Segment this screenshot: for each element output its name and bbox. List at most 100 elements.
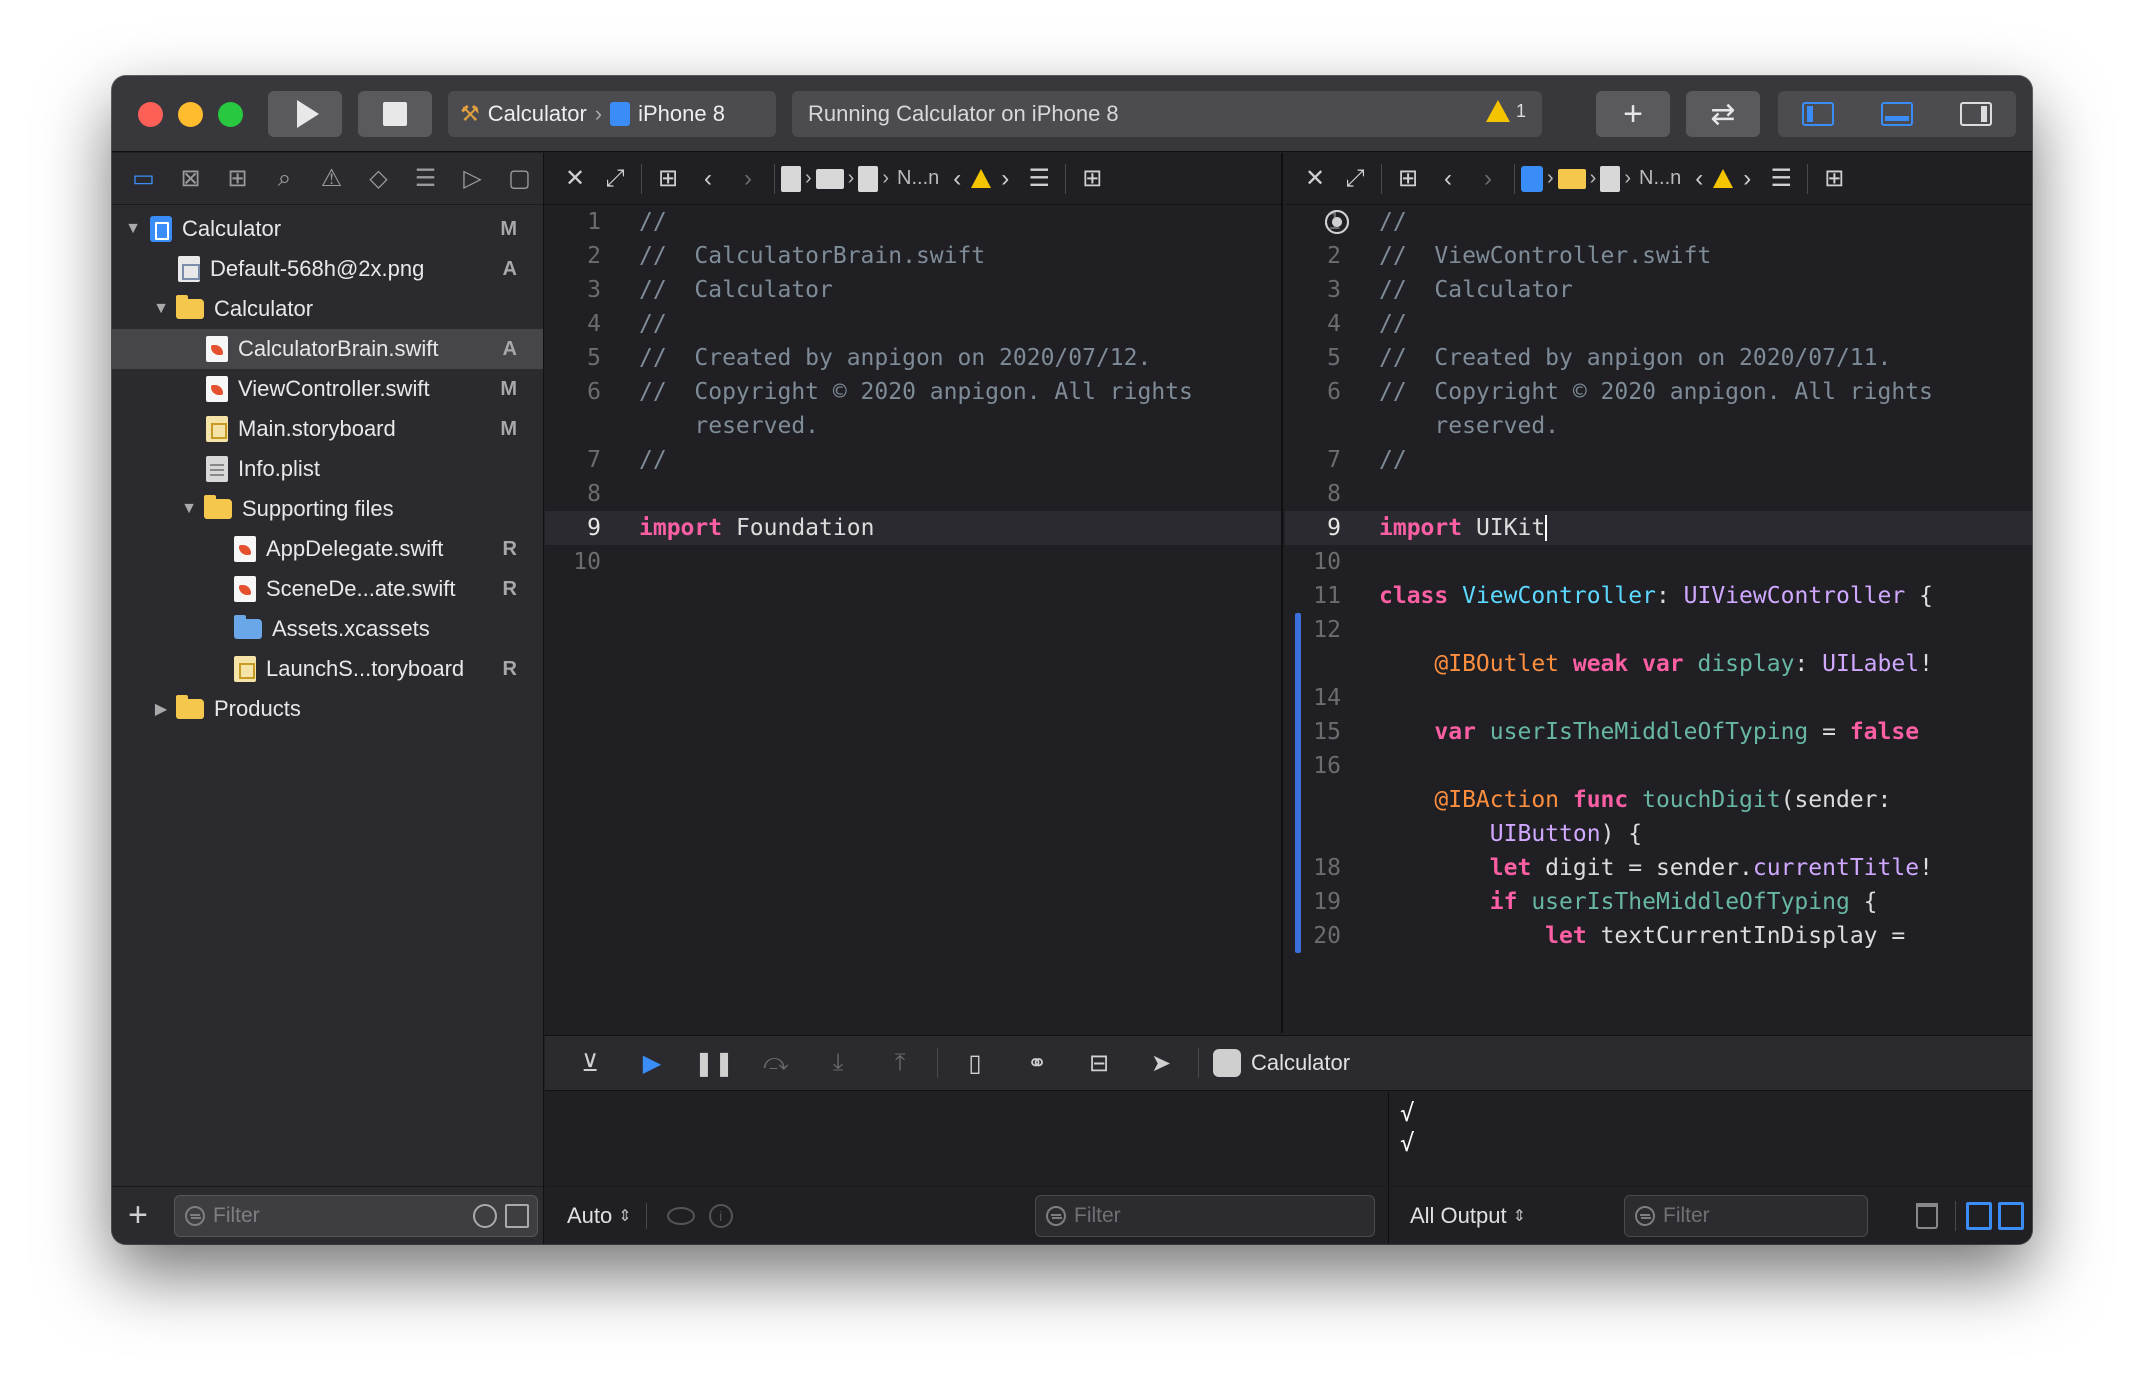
tree-row-group[interactable]: ▼ Calculator bbox=[112, 289, 543, 329]
tree-row-file[interactable]: Main.storyboard M bbox=[112, 409, 543, 449]
pause-icon[interactable]: ❚❚ bbox=[683, 1041, 745, 1085]
code-line[interactable]: 20 let textCurrentInDisplay = bbox=[1285, 919, 2032, 953]
minimize-window-button[interactable] bbox=[178, 102, 203, 127]
code-line[interactable]: 9 import UIKit bbox=[1285, 511, 2032, 545]
forward-arrow-icon[interactable]: › bbox=[1468, 157, 1508, 201]
tree-row-file[interactable]: SceneDe...ate.swift R bbox=[112, 569, 543, 609]
tree-row-file-selected[interactable]: CalculatorBrain.swift A bbox=[112, 329, 543, 369]
zoom-window-button[interactable] bbox=[218, 102, 243, 127]
code-line[interactable]: 4 // bbox=[1285, 307, 2032, 341]
breakpoint-icon[interactable]: ▷ bbox=[449, 157, 496, 201]
code-line[interactable]: 5 // Created by anpigon on 2020/07/12. bbox=[545, 341, 1281, 375]
add-file-button[interactable]: + bbox=[128, 1196, 164, 1235]
editor-options-icon[interactable]: ☰ bbox=[1761, 157, 1801, 201]
code-line[interactable]: 1// bbox=[1285, 205, 2032, 239]
tree-row-group[interactable]: ▶ Products bbox=[112, 689, 543, 729]
close-editor-icon[interactable]: ✕ bbox=[1295, 157, 1335, 201]
scheme-device-label[interactable]: iPhone 8 bbox=[638, 101, 725, 127]
code-line[interactable]: @IBAction func touchDigit(sender: bbox=[1285, 210, 2032, 817]
run-button[interactable] bbox=[268, 91, 342, 137]
simulate-location-icon[interactable]: ➤ bbox=[1130, 1041, 1192, 1085]
environment-overrides-icon[interactable]: ⊟ bbox=[1068, 1041, 1130, 1085]
symbol-icon[interactable]: ⊞ bbox=[214, 157, 261, 201]
project-file-icon[interactable] bbox=[781, 165, 801, 192]
related-items-icon[interactable]: ⊞ bbox=[1388, 157, 1428, 201]
step-out-icon[interactable]: ⤒ bbox=[869, 1041, 931, 1085]
warning-icon[interactable] bbox=[971, 169, 992, 188]
warning-indicator[interactable]: 1 bbox=[1485, 100, 1526, 122]
show-console-icon[interactable] bbox=[1998, 1202, 2024, 1230]
library-button[interactable]: + bbox=[1596, 91, 1670, 137]
code-line[interactable]: 6 // Copyright © 2020 anpigon. All rights bbox=[1285, 375, 2032, 409]
console-scope-select[interactable]: All Output bbox=[1410, 1203, 1507, 1229]
code-line[interactable]: 19 if userIsTheMiddleOfTyping { bbox=[1285, 885, 2032, 919]
step-over-icon[interactable]: ⤼ bbox=[745, 1041, 807, 1085]
tree-row-file[interactable]: Default-568h@2x.png A bbox=[112, 249, 543, 289]
disclosure-open-icon[interactable]: ▼ bbox=[150, 300, 172, 318]
code-line[interactable]: reserved. bbox=[1285, 409, 2032, 443]
debug-icon[interactable]: ☰ bbox=[402, 157, 449, 201]
prev-issue-icon[interactable]: ‹ bbox=[1685, 157, 1713, 201]
console-filter-field[interactable]: Filter bbox=[1624, 1195, 1868, 1237]
info-icon[interactable]: i bbox=[708, 1203, 733, 1228]
view-hierarchy-icon[interactable]: ▯ bbox=[944, 1041, 1006, 1085]
breakpoints-toggle-icon[interactable]: ▶ bbox=[621, 1041, 683, 1085]
variables-filter-field[interactable]: Filter bbox=[1035, 1195, 1375, 1237]
tree-row-file[interactable]: Assets.xcassets bbox=[112, 609, 543, 649]
code-area-left[interactable]: 1 // 2 // CalculatorBrain.swift 3 // Calculat… bbox=[545, 205, 1281, 579]
back-arrow-icon[interactable]: ‹ bbox=[1428, 157, 1468, 201]
code-line[interactable]: 8 bbox=[1285, 477, 2032, 511]
code-line[interactable]: @IBOutlet weak var display: UILabel! bbox=[1285, 210, 2032, 681]
code-line[interactable]: 7 // bbox=[1285, 443, 2032, 477]
code-line[interactable]: 7 // bbox=[545, 443, 1281, 477]
test-icon[interactable]: ◇ bbox=[355, 157, 402, 201]
code-line[interactable]: 6 // Copyright © 2020 anpigon. All rights bbox=[545, 375, 1281, 409]
hide-debug-area-icon[interactable]: ⊻ bbox=[559, 1041, 621, 1085]
code-line[interactable]: reserved. bbox=[545, 409, 1281, 443]
tree-row-file[interactable]: AppDelegate.swift R bbox=[112, 529, 543, 569]
tree-row-file[interactable]: ViewController.swift M bbox=[112, 369, 543, 409]
tree-row-file[interactable]: LaunchS...toryboard R bbox=[112, 649, 543, 689]
add-editor-icon[interactable]: ⊞ bbox=[1814, 157, 1854, 201]
navigator-filter-field[interactable]: Filter bbox=[174, 1194, 538, 1237]
scheme-selector[interactable]: ⚒ Calculator › iPhone 8 bbox=[448, 91, 776, 137]
code-line[interactable]: 2 // CalculatorBrain.swift bbox=[545, 239, 1281, 273]
source-control-icon[interactable]: ⊠ bbox=[167, 157, 214, 201]
forward-arrow-icon[interactable]: › bbox=[728, 157, 768, 201]
eye-icon[interactable] bbox=[666, 1206, 695, 1225]
code-line[interactable]: 3 // Calculator bbox=[545, 273, 1281, 307]
editor-options-icon[interactable]: ☰ bbox=[1019, 157, 1059, 201]
issue-icon[interactable]: ⚠ bbox=[308, 157, 355, 201]
toggle-navigator-icon[interactable] bbox=[1801, 102, 1834, 126]
code-line[interactable]: 15 var userIsTheMiddleOfTyping = false bbox=[1285, 715, 2032, 749]
code-line[interactable]: 1// bbox=[545, 205, 1281, 239]
disclosure-open-icon[interactable]: ▼ bbox=[178, 500, 200, 518]
folder-icon[interactable] bbox=[1557, 168, 1586, 189]
expand-editor-icon[interactable]: ⤢ bbox=[595, 157, 635, 201]
add-editor-icon[interactable]: ⊞ bbox=[1072, 157, 1112, 201]
back-arrow-icon[interactable]: ‹ bbox=[688, 157, 728, 201]
report-icon[interactable]: ▢ bbox=[496, 157, 543, 201]
toggle-debug-area-icon[interactable] bbox=[1880, 102, 1913, 126]
code-line[interactable]: 3 // Calculator bbox=[1285, 273, 2032, 307]
code-line[interactable]: 4 // bbox=[545, 307, 1281, 341]
source-control-filter-icon[interactable] bbox=[505, 1203, 529, 1228]
code-line[interactable]: 11 class ViewController: UIViewController… bbox=[1285, 579, 2032, 613]
code-line[interactable]: 12 bbox=[1285, 613, 2032, 647]
close-window-button[interactable] bbox=[138, 102, 163, 127]
code-line[interactable]: 10 bbox=[1285, 545, 2032, 579]
code-line[interactable]: UIButton) { bbox=[1285, 817, 2032, 851]
code-line[interactable]: 10 bbox=[545, 545, 1281, 579]
warning-icon[interactable] bbox=[1713, 169, 1734, 188]
code-line[interactable]: 16 bbox=[1285, 749, 2032, 783]
show-variables-icon[interactable] bbox=[1966, 1202, 1992, 1230]
jump-symbol-label[interactable]: N...n bbox=[1635, 167, 1685, 190]
close-editor-icon[interactable]: ✕ bbox=[555, 157, 595, 201]
swift-file-icon[interactable] bbox=[1600, 165, 1621, 192]
jump-symbol-label[interactable]: N...n bbox=[893, 167, 943, 190]
next-issue-icon[interactable]: › bbox=[991, 157, 1019, 201]
toggle-inspector-icon[interactable] bbox=[1960, 102, 1993, 126]
find-icon[interactable]: ⌕ bbox=[261, 157, 308, 201]
prev-issue-icon[interactable]: ‹ bbox=[943, 157, 971, 201]
code-review-button[interactable]: ⇄ bbox=[1686, 91, 1760, 137]
